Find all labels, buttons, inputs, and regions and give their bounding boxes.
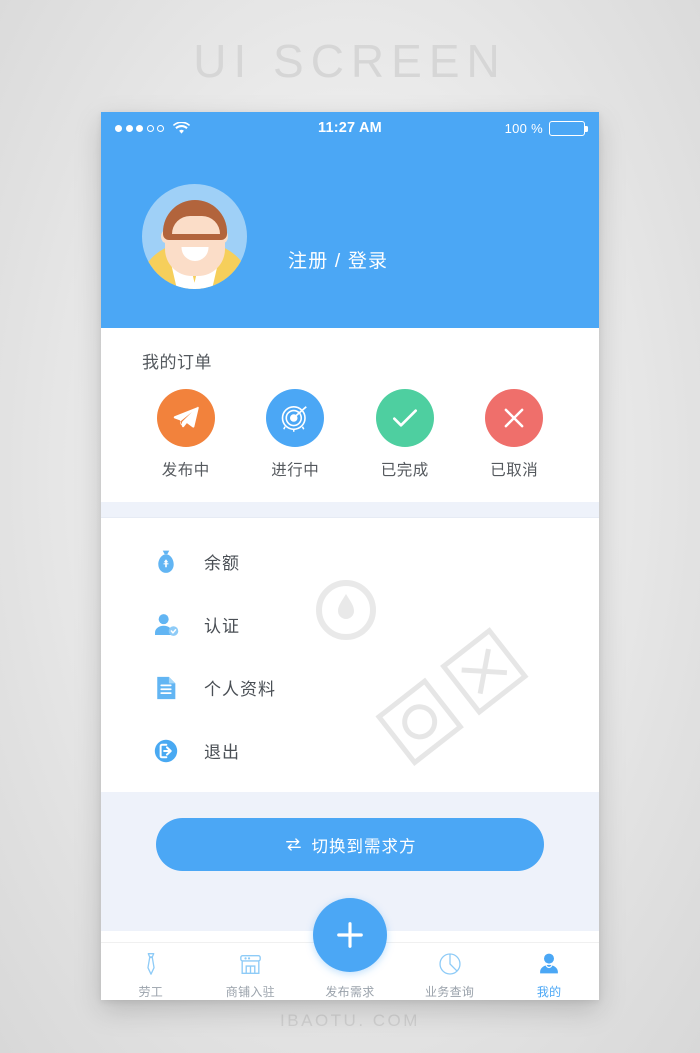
- swap-arrows-icon: [285, 838, 301, 851]
- order-status-completed[interactable]: 已完成: [350, 389, 460, 480]
- wifi-icon: [173, 121, 190, 134]
- order-status-row: 发布中 进行中 已完成 已取消: [101, 389, 599, 480]
- logout-icon: [151, 736, 181, 766]
- switch-to-demand-label: 切换到需求方: [311, 837, 417, 856]
- my-orders-section: 我的订单 发布中 进行中 已完成 已取消: [101, 328, 599, 502]
- tab-label: 劳工: [138, 985, 164, 999]
- switch-to-demand-button[interactable]: 切换到需求方: [156, 818, 544, 871]
- plus-icon: [337, 922, 363, 948]
- necktie-icon: [138, 949, 164, 979]
- tab-label: 发布需求: [325, 985, 375, 999]
- phone-mockup: 11:27 AM 100 % 注册 / 登录 我的订单 发布中 进行中 已完成 …: [101, 112, 599, 1000]
- menu-item-verification[interactable]: 认证: [101, 593, 599, 656]
- order-status-inprogress[interactable]: 进行中: [241, 389, 351, 480]
- menu-item-logout[interactable]: 退出: [101, 719, 599, 782]
- order-status-label: 已完成: [380, 462, 429, 479]
- tab-label: 商铺入驻: [225, 985, 275, 999]
- signal-dots-icon: [115, 124, 164, 132]
- menu-item-profile[interactable]: 个人资料: [101, 656, 599, 719]
- tab-shop[interactable]: 商铺入驻: [201, 943, 301, 1000]
- login-register-link[interactable]: 注册 / 登录: [288, 246, 388, 273]
- tab-business-query[interactable]: 业务查询: [400, 943, 500, 1000]
- menu-item-label: 认证: [204, 617, 240, 636]
- order-status-publishing[interactable]: 发布中: [131, 389, 241, 480]
- user-verified-icon: [151, 610, 181, 640]
- money-bag-icon: [151, 547, 181, 577]
- menu-item-balance[interactable]: 余额: [101, 530, 599, 593]
- menu-item-label: 个人资料: [204, 680, 276, 699]
- person-icon: [536, 949, 562, 979]
- status-bar-right: 100 %: [382, 120, 588, 136]
- status-bar: 11:27 AM 100 %: [101, 112, 599, 144]
- section-divider: [101, 502, 599, 517]
- tab-label: 我的: [536, 985, 562, 999]
- battery-percent-label: 100 %: [504, 120, 543, 136]
- order-status-label: 进行中: [271, 462, 320, 479]
- tab-labor[interactable]: 劳工: [101, 943, 201, 1000]
- order-status-label: 发布中: [161, 462, 210, 479]
- target-icon: [266, 389, 325, 447]
- shop-icon: [237, 949, 264, 979]
- paper-plane-icon: [156, 389, 215, 447]
- avatar[interactable]: [142, 183, 247, 289]
- tab-mine[interactable]: 我的: [499, 943, 599, 1000]
- profile-header: 注册 / 登录: [101, 144, 599, 328]
- pie-chart-icon: [437, 949, 463, 979]
- status-bar-time: 11:27 AM: [318, 120, 382, 136]
- add-demand-fab[interactable]: [313, 898, 387, 972]
- tab-label: 业务查询: [424, 985, 475, 999]
- watermark-title: UI SCREEN: [193, 35, 507, 87]
- document-icon: [151, 673, 181, 703]
- battery-icon: [549, 120, 588, 136]
- status-bar-left: [115, 121, 318, 135]
- check-icon: [375, 389, 434, 447]
- menu-item-label: 余额: [204, 554, 240, 573]
- order-status-label: 已取消: [490, 462, 539, 479]
- watermark-footer: IBAOTU. COM: [280, 1011, 420, 1030]
- page-title: 我的订单: [142, 353, 212, 372]
- order-status-cancelled[interactable]: 已取消: [460, 389, 570, 480]
- menu-item-label: 退出: [204, 743, 240, 762]
- close-x-icon: [485, 389, 544, 447]
- account-menu-list: 余额 认证 个人资料 退出: [101, 518, 599, 792]
